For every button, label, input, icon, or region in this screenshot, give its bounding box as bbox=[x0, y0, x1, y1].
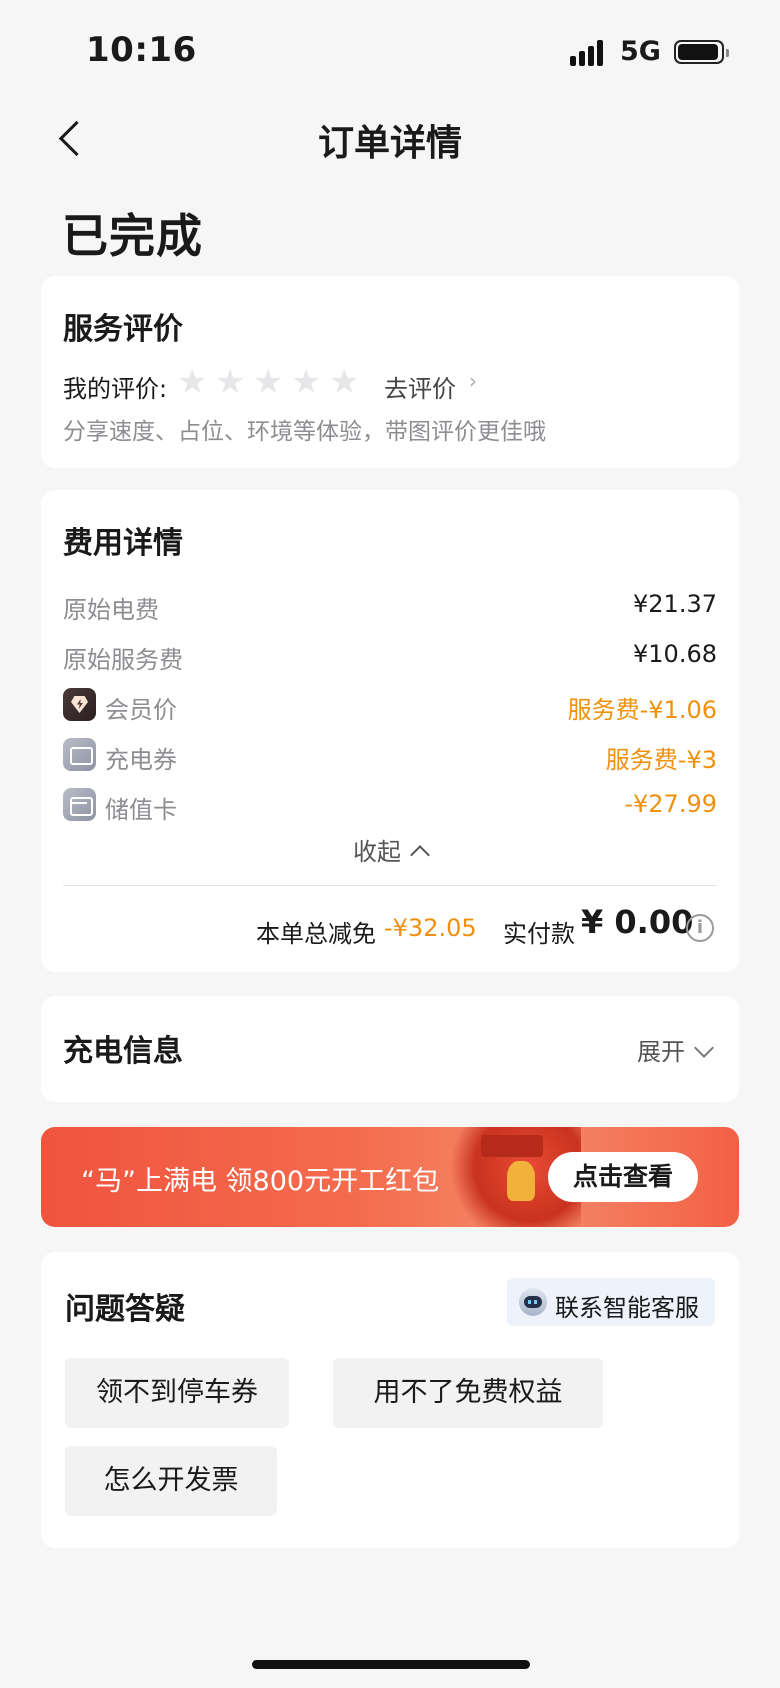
faq-chip-benefits[interactable]: 用不了免费权益 bbox=[333, 1358, 603, 1428]
total-discount-value: -¥32.05 bbox=[384, 914, 477, 942]
member-diamond-icon bbox=[63, 688, 96, 721]
contact-service-button[interactable]: 联系智能客服 bbox=[507, 1278, 715, 1326]
chevron-down-icon bbox=[694, 1038, 714, 1058]
star-1-icon[interactable]: ★ bbox=[177, 364, 207, 400]
star-3-icon[interactable]: ★ bbox=[253, 364, 283, 400]
fee-label: 原始服务费 bbox=[63, 646, 183, 674]
fee-details-card: 费用详情 原始电费 ¥21.37 原始服务费 ¥10.68 会员价 服务费-¥1… bbox=[41, 490, 739, 972]
coupon-icon bbox=[63, 738, 96, 771]
fee-value: ¥21.37 bbox=[633, 590, 717, 618]
collapse-label: 收起 bbox=[353, 838, 401, 866]
expand-button[interactable]: 展开 bbox=[637, 1032, 714, 1067]
charging-info-card: 充电信息 展开 bbox=[41, 996, 739, 1102]
charging-title: 充电信息 bbox=[63, 1034, 183, 1069]
star-5-icon[interactable]: ★ bbox=[329, 364, 359, 400]
fee-value: 服务费-¥3 bbox=[605, 746, 717, 774]
fee-value: 服务费-¥1.06 bbox=[567, 696, 717, 724]
home-indicator[interactable] bbox=[252, 1660, 530, 1669]
order-status: 已完成 bbox=[62, 209, 203, 263]
paid-amount: ¥ 0.00 bbox=[581, 903, 694, 941]
status-time: 10:16 bbox=[86, 30, 197, 70]
cellular-signal-icon bbox=[570, 38, 610, 66]
chevron-right-icon: › bbox=[469, 369, 477, 393]
fee-label: 储值卡 bbox=[105, 796, 177, 824]
status-bar: 10:16 5G bbox=[0, 0, 780, 100]
page-title: 订单详情 bbox=[317, 123, 462, 164]
faq-chip-parking[interactable]: 领不到停车券 bbox=[65, 1358, 289, 1428]
fee-row-service: 原始服务费 ¥10.68 bbox=[63, 636, 717, 676]
fee-row-coupon: 充电券 服务费-¥3 bbox=[63, 736, 717, 776]
service-label: 联系智能客服 bbox=[555, 1294, 699, 1322]
fee-label: 充电券 bbox=[105, 746, 177, 774]
view-promo-button[interactable]: 点击查看 bbox=[548, 1152, 698, 1202]
chevron-up-icon bbox=[410, 845, 430, 865]
robot-icon bbox=[519, 1288, 547, 1316]
promo-banner[interactable]: “马”上满电 领800元开工红包 点击查看 bbox=[41, 1127, 739, 1227]
my-rating-label: 我的评价: bbox=[63, 375, 168, 403]
faq-title: 问题答疑 bbox=[65, 1292, 185, 1327]
star-2-icon[interactable]: ★ bbox=[215, 364, 245, 400]
service-rating-card: 服务评价 我的评价: ★ ★ ★ ★ ★ 去评价 › 分享速度、占位、环境等体验… bbox=[41, 276, 739, 468]
faq-card: 问题答疑 联系智能客服 领不到停车券 用不了免费权益 怎么开发票 bbox=[41, 1252, 739, 1548]
fee-row-electricity: 原始电费 ¥21.37 bbox=[63, 586, 717, 626]
total-discount-label: 本单总减免 bbox=[256, 920, 376, 948]
expand-label: 展开 bbox=[637, 1038, 685, 1066]
battery-icon bbox=[674, 40, 729, 64]
fee-value: ¥10.68 bbox=[633, 640, 717, 668]
collapse-button[interactable]: 收起 bbox=[41, 832, 739, 867]
rating-title: 服务评价 bbox=[63, 312, 183, 347]
go-rate-link[interactable]: 去评价 bbox=[384, 369, 456, 404]
faq-chip-invoice[interactable]: 怎么开发票 bbox=[65, 1446, 277, 1516]
fee-value: -¥27.99 bbox=[624, 790, 717, 818]
fee-title: 费用详情 bbox=[63, 526, 183, 561]
star-4-icon[interactable]: ★ bbox=[291, 364, 321, 400]
banner-text: “马”上满电 领800元开工红包 bbox=[81, 1166, 440, 1197]
stored-value-card-icon bbox=[63, 788, 96, 821]
divider bbox=[63, 885, 717, 886]
fee-label: 会员价 bbox=[105, 696, 177, 724]
info-icon[interactable]: i bbox=[686, 914, 714, 942]
rating-hint: 分享速度、占位、环境等体验，带图评价更佳哦 bbox=[63, 419, 546, 445]
paid-label: 实付款 bbox=[503, 920, 575, 948]
fee-row-member-price: 会员价 服务费-¥1.06 bbox=[63, 686, 717, 726]
fee-label: 原始电费 bbox=[63, 596, 159, 624]
network-type: 5G bbox=[620, 36, 661, 67]
fee-row-stored-card: 储值卡 -¥27.99 bbox=[63, 786, 717, 826]
